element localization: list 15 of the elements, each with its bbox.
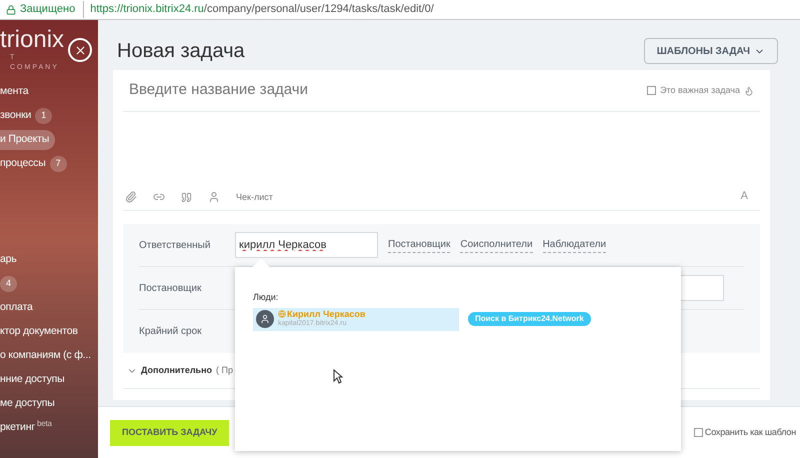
url-text: https://trionix.bitrix24.ru/company/personal/user/1294/tasks/task/edit/0/ (83, 1, 434, 18)
field-label: Постановщик (139, 282, 202, 296)
person-name: Кирилл Черкасов (287, 309, 366, 319)
save-template-label: Сохранить как шаблон (704, 426, 796, 439)
logo-text: trionix (0, 26, 66, 52)
page-title: Новая задача (117, 39, 245, 64)
field-label: Крайний срок (139, 325, 203, 339)
count-badge: 4 (0, 276, 18, 292)
count-badge: 7 (50, 156, 67, 172)
count-badge: 1 (35, 108, 52, 124)
section-label: Люди: (253, 291, 280, 304)
secure-label: Защищено (20, 2, 76, 18)
more-hint: ( Пр (216, 364, 233, 377)
field-label: Ответственный (139, 238, 212, 252)
important-label: Это важная задача (660, 84, 740, 97)
